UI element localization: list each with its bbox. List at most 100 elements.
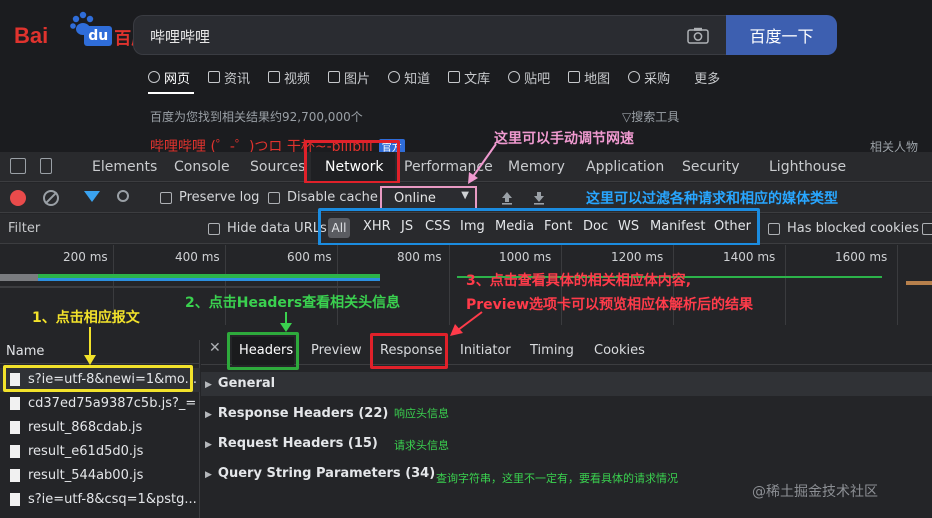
timeline-bar-queued <box>0 274 38 281</box>
section-response-headers[interactable]: ▶ Response Headers (22) <box>205 406 388 421</box>
file-icon <box>10 397 20 410</box>
disable-cache-label: Disable cache <box>287 190 378 205</box>
timeline-bar-end <box>906 281 932 285</box>
nav-label: 贴吧 <box>524 71 551 87</box>
tab-preview[interactable]: Preview <box>311 343 362 358</box>
search-input[interactable]: 哔哩哔哩 <box>133 15 727 55</box>
has-blocked-cookies-label: Has blocked cookies <box>787 221 920 236</box>
request-name: cd37ed75a9387c5b.js?_=... <box>28 396 196 411</box>
tab-cookies[interactable]: Cookies <box>594 343 645 358</box>
table-row[interactable]: result_868cdab.js <box>0 416 200 440</box>
headers-tab-highlight-box <box>227 332 299 370</box>
timeline-tick: 200 ms <box>63 250 108 264</box>
tab-initiator[interactable]: Initiator <box>460 343 511 358</box>
general-section-row <box>201 372 932 396</box>
nav-map[interactable]: 地图 <box>568 67 610 87</box>
section-query-string[interactable]: ▶ Query String Parameters (34) <box>205 466 435 481</box>
import-har-icon[interactable] <box>501 191 513 205</box>
timeline-tick: 400 ms <box>175 250 220 264</box>
note-response-headers: 响应头信息 <box>394 407 449 420</box>
watermark: @稀土掘金技术社区 <box>752 484 878 500</box>
blocked-requests-checkbox[interactable] <box>922 223 932 235</box>
device-toolbar-icon[interactable] <box>40 158 52 174</box>
table-row[interactable]: result_e61d5d0.js <box>0 440 200 464</box>
nav-tieba[interactable]: 贴吧 <box>508 67 550 87</box>
tab-elements[interactable]: Elements <box>92 159 157 175</box>
section-general[interactable]: ▶ General <box>205 376 275 391</box>
nav-images[interactable]: 图片 <box>328 67 370 87</box>
filter-icon[interactable] <box>84 191 100 202</box>
export-har-icon[interactable] <box>533 191 545 205</box>
tab-lighthouse[interactable]: Lighthouse <box>769 159 846 175</box>
logo-text-bai: Bai <box>14 23 49 48</box>
timeline-tick: 600 ms <box>287 250 332 264</box>
nav-zhidao[interactable]: 知道 <box>388 67 430 87</box>
map-icon <box>568 71 581 83</box>
nav-news[interactable]: 资讯 <box>208 67 250 87</box>
request-name: result_544ab00.js <box>28 468 144 483</box>
camera-icon[interactable] <box>687 27 709 44</box>
tab-memory[interactable]: Memory <box>508 159 565 175</box>
table-row[interactable]: cd37ed75a9387c5b.js?_=... <box>0 392 200 416</box>
active-nav-underline <box>148 92 194 94</box>
name-column-header[interactable]: Name <box>0 340 200 364</box>
tab-sources[interactable]: Sources <box>250 159 305 175</box>
filter-input[interactable]: Filter <box>8 221 40 236</box>
expand-icon: ▶ <box>205 410 212 420</box>
baidu-logo[interactable]: Bai du 百度 <box>14 11 148 54</box>
baidu-search-page: Bai du 百度 哔哩哔哩 百度一下 网页 资讯 视频 图片 知道 文库 贴吧… <box>0 0 932 155</box>
section-label: General <box>217 376 276 391</box>
result-count: 百度为您找到相关结果约92,700,000个 <box>150 110 363 124</box>
inspect-element-icon[interactable] <box>10 158 26 174</box>
play-icon <box>268 71 281 83</box>
annotation-arrow-green <box>280 312 292 332</box>
timeline-tick: 1000 ms <box>499 250 552 264</box>
close-icon[interactable]: ✕ <box>209 340 221 356</box>
tab-security[interactable]: Security <box>682 159 740 175</box>
nav-purchase[interactable]: 采购 <box>628 67 670 87</box>
section-request-headers[interactable]: ▶ Request Headers (15) <box>205 436 378 451</box>
nav-more[interactable]: 更多 <box>694 67 720 87</box>
search-category-nav: 网页 资讯 视频 图片 知道 文库 贴吧 地图 采购 更多 <box>148 67 720 87</box>
file-icon <box>10 493 20 506</box>
nav-video[interactable]: 视频 <box>268 67 310 87</box>
search-icon <box>148 71 160 83</box>
record-icon[interactable] <box>10 190 26 206</box>
tab-timing[interactable]: Timing <box>530 343 574 358</box>
request-name: result_e61d5d0.js <box>28 444 144 459</box>
annotation-step3-line1: 3、点击查看具体的相关相应体内容, <box>466 273 692 289</box>
throttling-value: Online <box>394 191 436 206</box>
timeline-tick: 1600 ms <box>835 250 888 264</box>
has-blocked-cookies-checkbox[interactable] <box>768 223 780 235</box>
search-tools-link[interactable]: ▽搜索工具 <box>622 108 679 125</box>
file-icon <box>10 445 20 458</box>
type-filters-highlight-box <box>318 208 760 246</box>
timeline-bar-secondary <box>0 286 380 288</box>
tab-console[interactable]: Console <box>174 159 230 175</box>
grid-line <box>337 245 338 325</box>
annotation-throttle: 这里可以手动调节网速 <box>494 131 634 147</box>
nav-label: 更多 <box>694 71 721 87</box>
document-icon <box>448 71 461 83</box>
annotation-arrow-yellow <box>84 327 96 365</box>
table-row[interactable]: s?ie=utf-8&csq=1&pstg... <box>0 488 200 512</box>
tab-application[interactable]: Application <box>586 159 664 175</box>
search-button[interactable]: 百度一下 <box>726 15 837 55</box>
request-name: result_868cdab.js <box>28 420 143 435</box>
disable-cache-checkbox[interactable] <box>268 192 280 204</box>
hide-data-urls-checkbox[interactable] <box>208 223 220 235</box>
grid-line <box>225 245 226 325</box>
nav-web[interactable]: 网页 <box>148 67 190 87</box>
nav-wenku[interactable]: 文库 <box>448 67 490 87</box>
annotation-step1: 1、点击相应报文 <box>32 310 140 326</box>
preserve-log-checkbox[interactable] <box>160 192 172 204</box>
image-icon <box>328 71 341 83</box>
annotation-arrow-pink <box>468 143 497 184</box>
network-tab-highlight-box <box>304 140 400 184</box>
name-header-label: Name <box>6 344 45 359</box>
clear-icon[interactable] <box>43 190 59 206</box>
search-icon[interactable] <box>117 190 129 202</box>
nav-label: 资讯 <box>224 71 251 87</box>
section-label: Request Headers (15) <box>217 436 378 451</box>
table-row[interactable]: result_544ab00.js <box>0 464 200 488</box>
